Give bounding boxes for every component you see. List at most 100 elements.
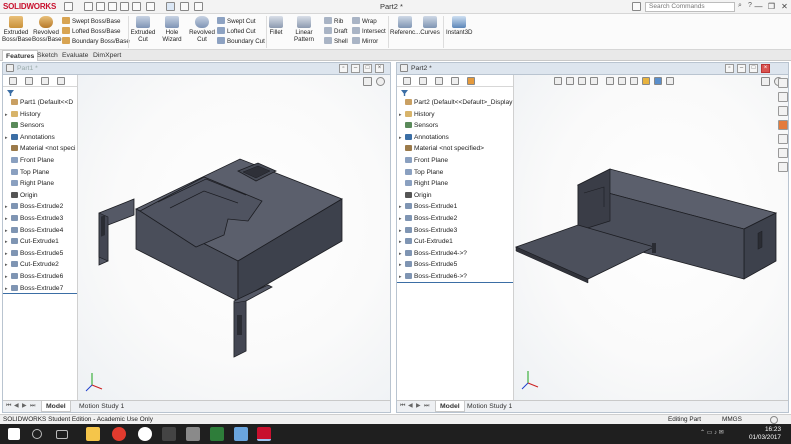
- filter-icon[interactable]: [401, 90, 408, 96]
- tree-item[interactable]: ▸ Boss-Extrude4: [3, 225, 77, 237]
- custom-properties-icon[interactable]: [778, 148, 788, 158]
- next-tab-icon[interactable]: ▶: [22, 403, 28, 410]
- zoom-to-fit-icon[interactable]: [554, 77, 562, 85]
- revolved-boss-button[interactable]: Revolved Boss/Base: [32, 16, 62, 43]
- document-window-part2[interactable]: Part2 * ▫ – □ × Part2 (Default<<Default>…: [396, 62, 789, 413]
- search-icon[interactable]: ⌕: [738, 2, 747, 11]
- file-explorer-taskbar-icon[interactable]: [86, 427, 100, 441]
- tree-item[interactable]: ▸ Annotations: [3, 132, 77, 144]
- file-properties-icon[interactable]: [180, 2, 189, 11]
- intersect-button[interactable]: Intersect: [352, 27, 386, 36]
- mozilla-taskbar-icon[interactable]: [138, 427, 152, 441]
- solidworks-forum-icon[interactable]: [778, 162, 788, 172]
- new-document-icon[interactable]: [84, 2, 93, 11]
- first-tab-icon[interactable]: ⏮: [400, 403, 406, 410]
- extruded-cut-button[interactable]: Extruded Cut: [130, 16, 156, 43]
- window-tile-button[interactable]: ▫: [339, 64, 348, 73]
- options-gear-icon[interactable]: [194, 2, 203, 11]
- display-manager-tab-icon[interactable]: [467, 77, 475, 85]
- appearances-icon[interactable]: [778, 120, 788, 130]
- view-orientation-icon[interactable]: [606, 77, 614, 85]
- document-window-titlebar[interactable]: Part1 * ▫ – □ ×: [3, 63, 390, 75]
- document-window-part1[interactable]: Part1 * ▫ – □ × Part1 (Default<<D ▸ Histor…: [2, 62, 391, 413]
- tab-features[interactable]: Features: [2, 50, 39, 61]
- next-tab-icon[interactable]: ▶: [416, 403, 422, 410]
- boundary-boss-button[interactable]: Boundary Boss/Base: [62, 37, 130, 46]
- tree-item[interactable]: Sensors: [3, 120, 77, 132]
- system-tray-icons[interactable]: ⌃ ▭ ♪ ✉: [700, 429, 750, 439]
- view-orientation-icon[interactable]: [761, 77, 770, 86]
- view-palette-icon[interactable]: [778, 134, 788, 144]
- draft-button[interactable]: Draft: [324, 27, 347, 36]
- document-window-titlebar[interactable]: Part2 * ▫ – □ ×: [397, 63, 788, 75]
- tree-item[interactable]: ▸ Boss-Extrude5: [397, 259, 513, 271]
- dimxpert-manager-tab-icon[interactable]: [451, 77, 459, 85]
- tab-sketch[interactable]: Sketch: [34, 50, 61, 61]
- curves-button[interactable]: Curves: [420, 16, 440, 36]
- last-tab-icon[interactable]: ⏭: [30, 403, 36, 410]
- tree-item[interactable]: ▸ Cut-Extrude2: [3, 259, 77, 271]
- restore-button[interactable]: ❐: [765, 1, 778, 13]
- property-manager-tab-icon[interactable]: [419, 77, 427, 85]
- github-taskbar-icon[interactable]: [162, 427, 176, 441]
- reference-geometry-button[interactable]: Referenc...: [390, 16, 420, 36]
- window-minimize-button[interactable]: –: [351, 64, 360, 73]
- view-orientation-icon[interactable]: [363, 77, 372, 86]
- lofted-boss-button[interactable]: Lofted Boss/Base: [62, 27, 121, 36]
- configuration-manager-tab-icon[interactable]: [435, 77, 443, 85]
- graphics-viewport[interactable]: [78, 75, 390, 400]
- feature-manager-tab-icon[interactable]: [9, 77, 17, 85]
- window-close-button[interactable]: ×: [761, 64, 770, 73]
- display-style-icon[interactable]: [618, 77, 626, 85]
- last-tab-icon[interactable]: ⏭: [424, 403, 430, 410]
- hole-wizard-button[interactable]: Hole Wizard: [156, 16, 188, 43]
- hide-show-items-icon[interactable]: [630, 77, 638, 85]
- tree-item[interactable]: ▸ Boss-Extrude2: [397, 213, 513, 225]
- display-style-icon[interactable]: [376, 77, 385, 86]
- mirror-button[interactable]: Mirror: [352, 37, 378, 46]
- window-close-button[interactable]: ×: [375, 64, 384, 73]
- configuration-manager-tab-icon[interactable]: [41, 77, 49, 85]
- tab-model[interactable]: Model: [41, 401, 71, 412]
- revolved-cut-button[interactable]: Revolved Cut: [189, 16, 215, 43]
- close-button[interactable]: ✕: [778, 1, 791, 13]
- feature-manager-tab-icon[interactable]: [403, 77, 411, 85]
- tree-item[interactable]: ▸ Boss-Extrude7: [3, 283, 77, 295]
- chrome-taskbar-icon[interactable]: [112, 427, 126, 441]
- tree-item[interactable]: ▸ Boss-Extrude6->?: [397, 271, 513, 283]
- tree-item[interactable]: ▸ Cut-Extrude1: [397, 236, 513, 248]
- solidworks-taskbar-icon[interactable]: [257, 427, 271, 441]
- model-view-part1[interactable]: [78, 75, 390, 402]
- first-tab-icon[interactable]: ⏮: [6, 403, 12, 410]
- tree-item[interactable]: Top Plane: [397, 167, 513, 179]
- property-manager-tab-icon[interactable]: [25, 77, 33, 85]
- tree-item[interactable]: Right Plane: [397, 178, 513, 190]
- status-units-text[interactable]: MMGS: [722, 416, 742, 423]
- shell-button[interactable]: Shell: [324, 37, 348, 46]
- prev-tab-icon[interactable]: ◀: [14, 403, 20, 410]
- print-icon[interactable]: [120, 2, 129, 11]
- tab-dimxpert[interactable]: DimXpert: [90, 50, 124, 61]
- help-circle-icon[interactable]: [770, 416, 778, 424]
- tree-item[interactable]: ▸ Boss-Extrude2: [3, 201, 77, 213]
- windows-start-icon[interactable]: [8, 428, 20, 440]
- wrap-button[interactable]: Wrap: [352, 17, 377, 26]
- search-commands-input[interactable]: Search Commands: [645, 2, 735, 12]
- tab-motion-study[interactable]: Motion Study 1: [75, 401, 128, 412]
- rebuild-icon[interactable]: [166, 2, 175, 11]
- tree-item[interactable]: Material <not speci: [3, 143, 77, 155]
- task-view-icon[interactable]: [56, 430, 68, 439]
- app-taskbar-icon[interactable]: [186, 427, 200, 441]
- tree-item[interactable]: ▸ Boss-Extrude3: [3, 213, 77, 225]
- tree-item[interactable]: Origin: [3, 190, 77, 202]
- solidworks-resources-icon[interactable]: [778, 78, 788, 88]
- dimxpert-manager-tab-icon[interactable]: [57, 77, 65, 85]
- tree-item[interactable]: ▸ Annotations: [397, 132, 513, 144]
- previous-view-icon[interactable]: [578, 77, 586, 85]
- tab-motion-study[interactable]: Motion Study 1: [463, 401, 516, 412]
- section-view-icon[interactable]: [590, 77, 598, 85]
- window-minimize-button[interactable]: –: [737, 64, 746, 73]
- boundary-cut-button[interactable]: Boundary Cut: [217, 37, 265, 46]
- zoom-area-icon[interactable]: [566, 77, 574, 85]
- app-taskbar-icon[interactable]: [210, 427, 224, 441]
